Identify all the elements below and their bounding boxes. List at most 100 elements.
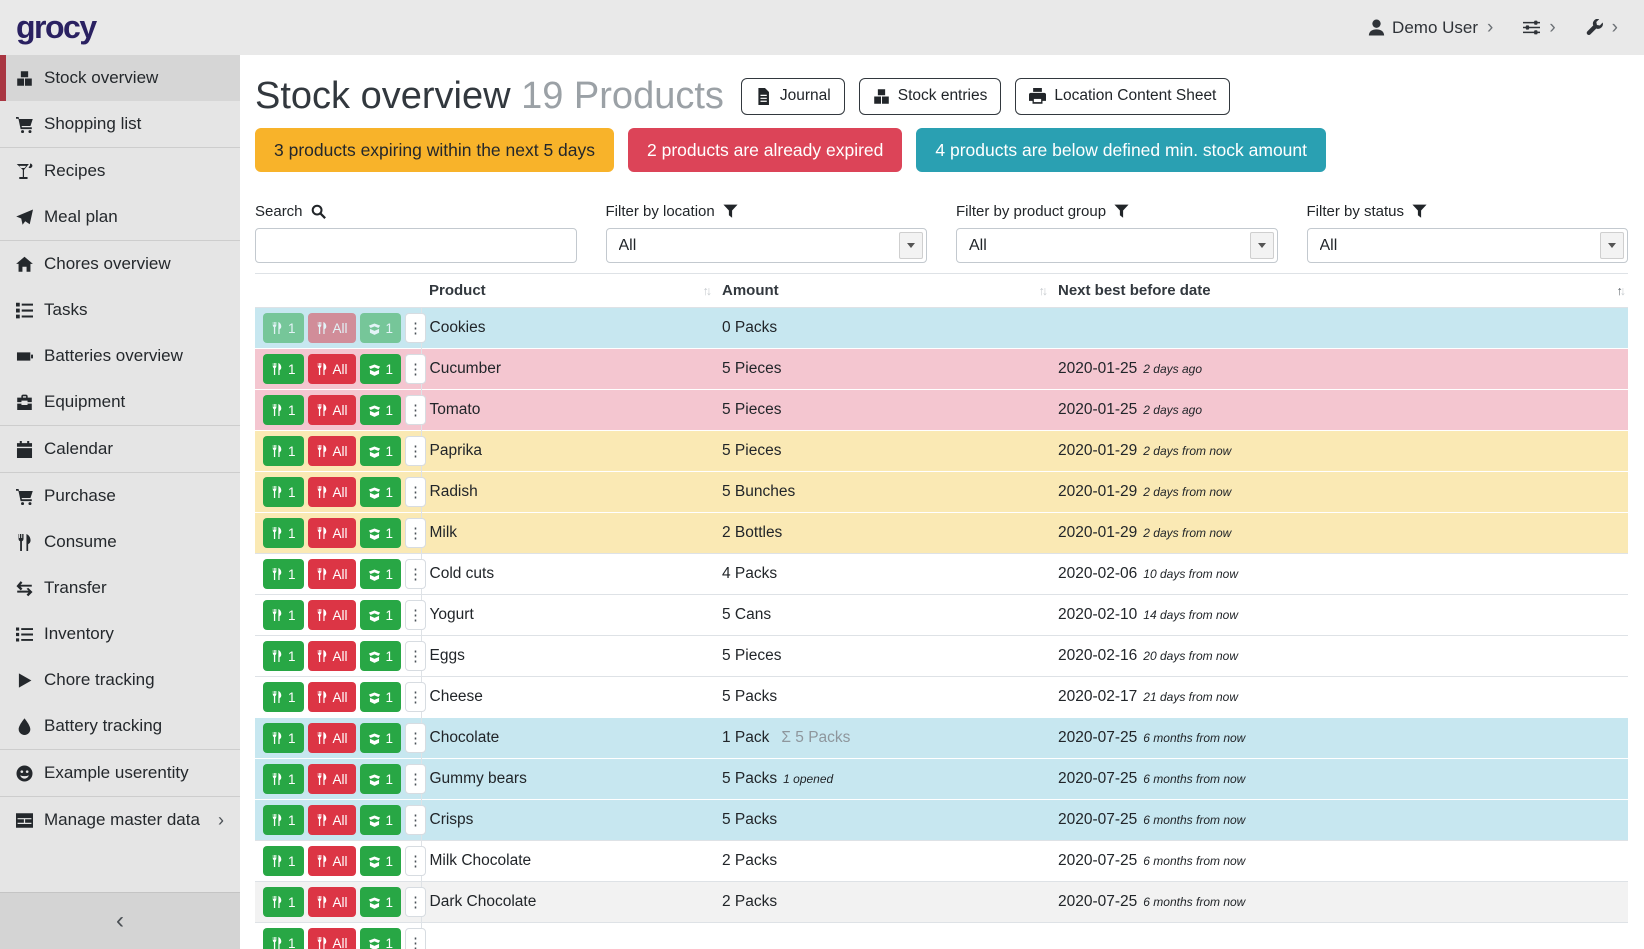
sidebar-item-chore-tracking[interactable]: Chore tracking xyxy=(0,657,240,703)
sidebar-item-meal-plan[interactable]: Meal plan xyxy=(0,194,240,240)
row-menu-button[interactable]: ⋮ xyxy=(405,600,426,630)
sidebar-item-inventory[interactable]: Inventory xyxy=(0,611,240,657)
sort-icon[interactable]: ↑↓ xyxy=(1039,284,1046,298)
consume-one-button[interactable]: 1 xyxy=(263,600,304,630)
alert-warning[interactable]: 3 products expiring within the next 5 da… xyxy=(255,128,614,172)
consume-all-button[interactable]: All xyxy=(308,723,356,753)
filter-by-product-group-select[interactable]: All xyxy=(957,229,1277,262)
open-one-button[interactable]: 1 xyxy=(360,887,402,917)
consume-one-button[interactable]: 1 xyxy=(263,313,304,343)
journal-button[interactable]: Journal xyxy=(741,78,845,115)
consume-all-button[interactable]: All xyxy=(308,354,356,384)
consume-all-button[interactable]: All xyxy=(308,518,356,548)
sidebar-item-tasks[interactable]: Tasks xyxy=(0,287,240,333)
consume-all-button[interactable]: All xyxy=(308,764,356,794)
row-menu-button[interactable]: ⋮ xyxy=(405,846,426,876)
consume-all-button[interactable]: All xyxy=(308,436,356,466)
sidebar-item-equipment[interactable]: Equipment xyxy=(0,379,240,425)
open-one-button[interactable]: 1 xyxy=(360,600,402,630)
sort-icon[interactable]: ↑↓ xyxy=(703,284,710,298)
row-menu-button[interactable]: ⋮ xyxy=(405,559,426,589)
sidebar-item-manage-master-data[interactable]: Manage master data› xyxy=(0,797,240,843)
column-header-product[interactable]: Product↑↓ xyxy=(421,274,714,308)
sidebar-item-stock-overview[interactable]: Stock overview xyxy=(0,55,240,101)
sidebar-item-battery-tracking[interactable]: Battery tracking xyxy=(0,703,240,749)
open-one-button[interactable]: 1 xyxy=(360,641,402,671)
sidebar-item-chores-overview[interactable]: Chores overview xyxy=(0,241,240,287)
consume-one-button[interactable]: 1 xyxy=(263,928,304,949)
consume-one-button[interactable]: 1 xyxy=(263,764,304,794)
user-menu[interactable]: Demo User› xyxy=(1368,18,1493,38)
row-menu-button[interactable]: ⋮ xyxy=(405,477,426,507)
alert-danger[interactable]: 2 products are already expired xyxy=(628,128,902,172)
consume-all-button[interactable]: All xyxy=(308,477,356,507)
consume-all-button[interactable]: All xyxy=(308,846,356,876)
row-menu-button[interactable]: ⋮ xyxy=(405,518,426,548)
filter-by-status-select[interactable]: All xyxy=(1308,229,1628,262)
row-menu-button[interactable]: ⋮ xyxy=(405,928,426,949)
consume-one-button[interactable]: 1 xyxy=(263,887,304,917)
app-logo[interactable]: grocy xyxy=(16,9,96,46)
column-header-next-best-before-date[interactable]: Next best before date↑↓ xyxy=(1050,274,1628,308)
stock-entries-button[interactable]: Stock entries xyxy=(859,78,1002,115)
row-menu-button[interactable]: ⋮ xyxy=(405,313,426,343)
row-menu-button[interactable]: ⋮ xyxy=(405,764,426,794)
row-menu-button[interactable]: ⋮ xyxy=(405,805,426,835)
open-one-button[interactable]: 1 xyxy=(360,928,402,949)
consume-one-button[interactable]: 1 xyxy=(263,436,304,466)
open-one-button[interactable]: 1 xyxy=(360,723,402,753)
sidebar-item-calendar[interactable]: Calendar xyxy=(0,426,240,472)
sort-icon[interactable]: ↑↓ xyxy=(1617,284,1624,298)
settings-menu[interactable]: › xyxy=(1523,18,1555,37)
row-menu-button[interactable]: ⋮ xyxy=(405,682,426,712)
search-input[interactable] xyxy=(255,228,577,263)
consume-one-button[interactable]: 1 xyxy=(263,846,304,876)
consume-all-button[interactable]: All xyxy=(308,313,356,343)
open-one-button[interactable]: 1 xyxy=(360,805,402,835)
sidebar-item-transfer[interactable]: Transfer xyxy=(0,565,240,611)
consume-all-button[interactable]: All xyxy=(308,928,356,949)
admin-menu[interactable]: › xyxy=(1586,18,1618,37)
sidebar-item-purchase[interactable]: Purchase xyxy=(0,473,240,519)
sidebar-item-recipes[interactable]: Recipes xyxy=(0,148,240,194)
open-one-button[interactable]: 1 xyxy=(360,395,402,425)
open-one-button[interactable]: 1 xyxy=(360,313,402,343)
row-menu-button[interactable]: ⋮ xyxy=(405,723,426,753)
sidebar-item-shopping-list[interactable]: Shopping list xyxy=(0,101,240,147)
consume-one-button[interactable]: 1 xyxy=(263,805,304,835)
consume-all-button[interactable]: All xyxy=(308,641,356,671)
consume-one-button[interactable]: 1 xyxy=(263,641,304,671)
location-content-sheet-button[interactable]: Location Content Sheet xyxy=(1015,78,1230,115)
row-menu-button[interactable]: ⋮ xyxy=(405,395,426,425)
open-one-button[interactable]: 1 xyxy=(360,477,402,507)
consume-one-button[interactable]: 1 xyxy=(263,682,304,712)
consume-one-button[interactable]: 1 xyxy=(263,559,304,589)
open-one-button[interactable]: 1 xyxy=(360,764,402,794)
consume-one-button[interactable]: 1 xyxy=(263,354,304,384)
sidebar-item-consume[interactable]: Consume xyxy=(0,519,240,565)
row-menu-button[interactable]: ⋮ xyxy=(405,887,426,917)
open-one-button[interactable]: 1 xyxy=(360,436,402,466)
consume-all-button[interactable]: All xyxy=(308,559,356,589)
consume-one-button[interactable]: 1 xyxy=(263,518,304,548)
consume-all-button[interactable]: All xyxy=(308,395,356,425)
consume-all-button[interactable]: All xyxy=(308,887,356,917)
consume-all-button[interactable]: All xyxy=(308,805,356,835)
row-menu-button[interactable]: ⋮ xyxy=(405,436,426,466)
consume-all-button[interactable]: All xyxy=(308,600,356,630)
sidebar-item-example-userentity[interactable]: Example userentity xyxy=(0,750,240,796)
consume-all-button[interactable]: All xyxy=(308,682,356,712)
consume-one-button[interactable]: 1 xyxy=(263,477,304,507)
row-menu-button[interactable]: ⋮ xyxy=(405,354,426,384)
open-one-button[interactable]: 1 xyxy=(360,518,402,548)
sidebar-item-batteries-overview[interactable]: Batteries overview xyxy=(0,333,240,379)
alert-info[interactable]: 4 products are below defined min. stock … xyxy=(916,128,1326,172)
sidebar-collapse-button[interactable]: ‹ xyxy=(0,892,240,949)
filter-by-location-select[interactable]: All xyxy=(607,229,927,262)
row-menu-button[interactable]: ⋮ xyxy=(405,641,426,671)
column-header-amount[interactable]: Amount↑↓ xyxy=(714,274,1050,308)
consume-one-button[interactable]: 1 xyxy=(263,723,304,753)
consume-one-button[interactable]: 1 xyxy=(263,395,304,425)
open-one-button[interactable]: 1 xyxy=(360,559,402,589)
open-one-button[interactable]: 1 xyxy=(360,354,402,384)
